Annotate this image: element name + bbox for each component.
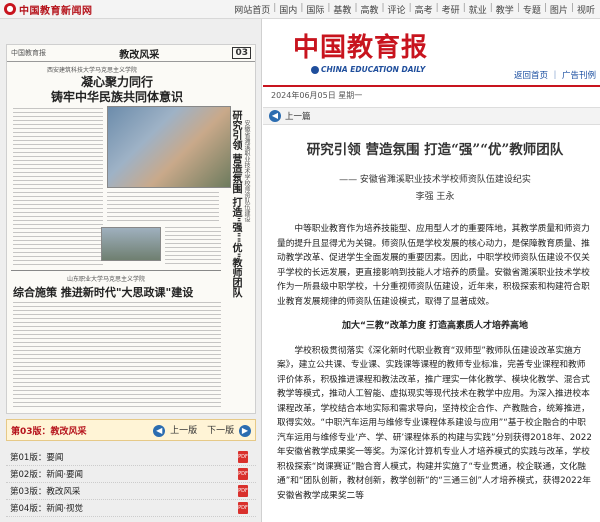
paper-page-number: 03 — [232, 47, 251, 59]
article-toolbar: ◀ 上一篇 — [263, 107, 600, 125]
prev-page-button[interactable]: ◀ 上一版 — [153, 423, 197, 437]
date-bar: 2024年06月05日 星期一 — [263, 85, 600, 101]
article3-column[interactable]: 研究引领 营造氛围 打造"强""优"教师团队 安徽省濉溪职业技术学校师资队伍建设 — [225, 110, 253, 410]
back-home-link[interactable]: 返回首页 — [514, 71, 548, 81]
article-subtitle: —— 安徽省濉溪职业技术学校师资队伍建设纪实 — [339, 175, 531, 185]
nav-teaching[interactable]: 教学 — [493, 3, 517, 16]
prev-page-label: 上一版 — [170, 426, 198, 436]
nav-employment[interactable]: 就业 — [466, 3, 490, 16]
article3-vertical-subtitle: 安徽省濉溪职业技术学校师资队伍建设 — [243, 120, 250, 222]
page-list-item[interactable]: 第01版：要闻 PDF — [6, 449, 256, 466]
article-content: 研究引领 营造氛围 打造“强”“优”教师团队 —— 安徽省濉溪职业技术学校师资队… — [277, 135, 593, 503]
paper-body: 西安建筑科技大学马克思主义学院 凝心聚力同行 铸牢中华民族共同体意识 山东职业大… — [7, 62, 255, 413]
site-topbar: ● 中国教育新闻网 网站首页 | 国内 | 国际 | 基教 | 高教 | 评论 | 高考 | … — [0, 0, 600, 19]
article3-vertical-headline: 研究引领 营造氛围 打造"强""优"教师团队 — [230, 110, 241, 298]
site-logo[interactable]: ● 中国教育新闻网 — [4, 2, 93, 17]
article2-headline[interactable]: 综合施策 推进新时代"大思政课"建设 — [13, 284, 223, 300]
next-page-button[interactable]: 下一版 ▶ — [207, 423, 251, 437]
page-list-label: 第01版：要闻 — [10, 453, 64, 463]
article2-text-block[interactable] — [13, 302, 221, 410]
page-list-item[interactable]: 第04版：新闻·视觉 PDF — [6, 500, 256, 517]
page-list-label: 第02版：新闻·要闻 — [10, 470, 84, 480]
masthead-english-title: CHINA EDUCATION DAILY — [321, 65, 426, 74]
arrow-left-icon: ◀ — [153, 425, 166, 437]
nav-kaoyan[interactable]: 考研 — [439, 3, 463, 16]
prev-article-label: 上一篇 — [285, 112, 311, 122]
article1-text-block-2[interactable] — [107, 192, 219, 224]
ad-rates-link[interactable]: 广告刊例 — [562, 71, 596, 81]
masthead: 中国教育报 CHINA EDUCATION DAILY 返回首页 ｜ 广告刊例 — [263, 19, 600, 83]
article1-text-block[interactable] — [13, 108, 103, 268]
article1-kicker: 西安建筑科技大学马克思主义学院 — [47, 67, 138, 74]
paper-section-title: 教改风采 — [119, 49, 160, 61]
article-paragraph: 学校积极贯彻落实《深化新时代职业教育“双师型”教师队伍建设改革实施方案》，建立公… — [277, 345, 592, 501]
article1-photo[interactable] — [107, 106, 231, 188]
paper-brand: 中国教育报 — [11, 49, 46, 57]
pdf-icon[interactable]: PDF — [238, 468, 248, 480]
nav-topics[interactable]: 专题 — [520, 3, 544, 16]
article-title: 研究引领 营造氛围 打造“强”“优”教师团队 — [306, 142, 564, 158]
masthead-english: CHINA EDUCATION DAILY — [311, 65, 425, 74]
article1-headline-line1: 凝心聚力同行 — [80, 75, 153, 89]
article1-text-block-3[interactable] — [165, 227, 221, 267]
globe-icon — [311, 66, 319, 74]
nav-higher-edu[interactable]: 高教 — [357, 3, 381, 16]
paper-header: 中国教育报 教改风采 03 — [7, 45, 255, 62]
newspaper-page-thumbnail[interactable]: 中国教育报 教改风采 03 西安建筑科技大学马克思主义学院 凝心聚力同行 铸牢中… — [6, 44, 256, 414]
article-panel: 中国教育报 CHINA EDUCATION DAILY 返回首页 ｜ 广告刊例 … — [263, 19, 600, 522]
page-list-item[interactable]: 第02版：新闻·要闻 PDF — [6, 466, 256, 483]
top-navigation: 网站首页 | 国内 | 国际 | 基教 | 高教 | 评论 | 高考 | 考研 | 就业 | 教学… — [231, 3, 598, 16]
arrow-left-icon: ◀ — [269, 110, 281, 122]
site-logo-text: 中国教育新闻网 — [19, 5, 93, 17]
article-body: 中等职业教育作为培养技能型、应用型人才的重要阵地，其教学质量和师资力量的提升且显… — [277, 222, 593, 503]
article-section-heading: 加大“三教”改革力度 打造高素质人才培养高地 — [342, 321, 528, 331]
article-paragraph: 中等职业教育作为培养技能型、应用型人才的重要阵地，其教学质量和师资力量的提升且显… — [277, 224, 590, 307]
prev-article-button[interactable]: ◀ 上一篇 — [269, 110, 311, 122]
article2-kicker: 山东职业大学马克思主义学院 — [67, 276, 146, 283]
page-list: 第01版：要闻 PDF 第02版：新闻·要闻 PDF 第03版：教改风采 PDF… — [6, 449, 256, 517]
current-page-label: 第03版：教改风采 — [11, 426, 87, 437]
link-separator: ｜ — [550, 71, 560, 81]
masthead-links: 返回首页 ｜ 广告刊例 — [514, 69, 596, 81]
page-navigation-bar: 第03版：教改风采 ◀ 上一版 下一版 ▶ — [6, 419, 256, 441]
pdf-icon[interactable]: PDF — [238, 451, 248, 463]
article1-headline[interactable]: 凝心聚力同行 铸牢中华民族共同体意识 — [17, 75, 217, 105]
page-viewer-panel: 中国教育报 教改风采 03 西安建筑科技大学马克思主义学院 凝心聚力同行 铸牢中… — [0, 19, 262, 522]
article1-headline-line2: 铸牢中华民族共同体意识 — [50, 90, 183, 104]
nav-video[interactable]: 视听 — [574, 3, 598, 16]
masthead-title: 中国教育报 — [293, 33, 429, 63]
nav-gaokao[interactable]: 高考 — [412, 3, 436, 16]
nav-home[interactable]: 网站首页 — [231, 3, 273, 16]
nav-domestic[interactable]: 国内 — [276, 3, 300, 16]
arrow-right-icon: ▶ — [239, 425, 251, 437]
pdf-icon[interactable]: PDF — [238, 485, 248, 497]
page-list-label: 第04版：新闻·视觉 — [10, 504, 84, 514]
page-list-label: 第03版：教改风采 — [10, 487, 81, 497]
nav-photos[interactable]: 图片 — [547, 3, 571, 16]
page-list-item[interactable]: 第03版：教改风采 PDF — [6, 483, 256, 500]
article-authors: 李强 王永 — [415, 192, 455, 202]
nav-international[interactable]: 国际 — [303, 3, 327, 16]
nav-basic-edu[interactable]: 基教 — [330, 3, 354, 16]
site-logo-icon: ● — [4, 3, 16, 15]
pdf-icon[interactable]: PDF — [238, 502, 248, 514]
article-divider — [11, 270, 221, 271]
article1-photo-2[interactable] — [101, 227, 161, 261]
next-page-label: 下一版 — [207, 426, 235, 436]
nav-commentary[interactable]: 评论 — [385, 3, 409, 16]
